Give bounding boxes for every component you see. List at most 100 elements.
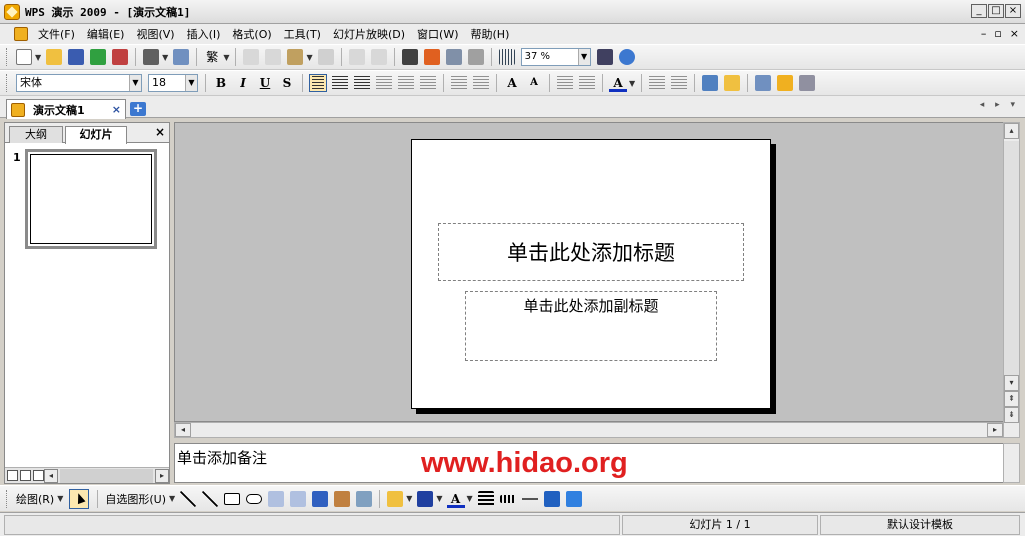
line-spacing-down-icon[interactable]: [671, 76, 688, 90]
pdf-icon[interactable]: [112, 49, 129, 65]
menu-help[interactable]: 帮助(H): [465, 26, 516, 42]
chevron-down-icon[interactable]: ▼: [467, 494, 473, 503]
tab-scroll-arrows[interactable]: ◂ ▸ ▾: [980, 100, 1019, 110]
new-slide-icon[interactable]: [724, 75, 741, 91]
bulleted-list-icon[interactable]: [473, 76, 489, 90]
horizontal-scrollbar[interactable]: ◂ ▸: [174, 422, 1004, 438]
italic-button[interactable]: I: [234, 74, 252, 92]
chevron-down-icon[interactable]: ▼: [35, 53, 41, 62]
title-placeholder[interactable]: 单击此处添加标题: [438, 223, 744, 281]
undo-icon[interactable]: [348, 49, 365, 65]
clipart-icon[interactable]: [467, 49, 484, 65]
line-style-icon[interactable]: [477, 490, 494, 507]
traditional-chinese-icon[interactable]: 繁: [204, 49, 220, 65]
maximize-button[interactable]: □: [988, 4, 1004, 18]
chevron-down-icon[interactable]: ▼: [162, 53, 168, 62]
next-slide-button[interactable]: ⇟: [1004, 407, 1019, 423]
normal-view-icon[interactable]: [7, 470, 18, 481]
formula-icon[interactable]: [401, 49, 418, 65]
chevron-down-icon[interactable]: ▼: [185, 75, 197, 91]
shadow-button[interactable]: S: [278, 74, 296, 92]
dash-style-icon[interactable]: [499, 494, 516, 503]
scrollbar-thumb[interactable]: [1004, 141, 1019, 391]
send-icon[interactable]: [90, 49, 107, 65]
menu-view[interactable]: 视图(V): [130, 26, 180, 42]
scroll-up-button[interactable]: ▴: [1004, 123, 1019, 139]
doc-minimize-button[interactable]: –: [981, 27, 987, 40]
close-icon[interactable]: ×: [112, 103, 121, 116]
cut-icon[interactable]: [265, 49, 282, 65]
chevron-down-icon[interactable]: ▼: [406, 494, 412, 503]
scroll-right-button[interactable]: ▸: [155, 468, 169, 483]
font-name-combo[interactable]: 宋体 ▼: [16, 74, 142, 92]
subtitle-placeholder[interactable]: 单击此处添加副标题: [465, 291, 717, 361]
scroll-left-button[interactable]: ◂: [175, 423, 191, 437]
slide[interactable]: 单击此处添加标题 单击此处添加副标题: [411, 139, 771, 409]
chart-icon[interactable]: [423, 49, 440, 65]
font-color-button[interactable]: A: [609, 74, 627, 92]
prev-slide-button[interactable]: ⇞: [1004, 391, 1019, 407]
fill-color-icon[interactable]: [387, 490, 404, 507]
arrow-style-icon[interactable]: [521, 490, 538, 507]
decrease-font-button[interactable]: A: [525, 74, 543, 92]
design-icon[interactable]: [702, 75, 719, 91]
menu-format[interactable]: 格式(O): [226, 26, 277, 42]
slide-thumbnail[interactable]: [25, 149, 157, 249]
slideshow-view-icon[interactable]: [33, 470, 44, 481]
picture-icon[interactable]: [356, 490, 373, 507]
toolbar-grip[interactable]: [6, 48, 9, 66]
draw-font-color-button[interactable]: A: [446, 490, 465, 508]
ellipse-icon[interactable]: [246, 493, 263, 504]
increase-font-button[interactable]: A: [503, 74, 521, 92]
text-box-icon[interactable]: [268, 490, 285, 507]
toolbar-grip[interactable]: [6, 489, 9, 508]
select-objects-button[interactable]: [69, 488, 90, 509]
print-icon[interactable]: [143, 49, 160, 65]
redo-icon[interactable]: [370, 49, 387, 65]
doc-restore-button[interactable]: ▫: [994, 27, 1001, 40]
pane-scrollbar[interactable]: [60, 468, 153, 483]
chevron-down-icon[interactable]: ▼: [629, 79, 635, 88]
tab-slides[interactable]: 幻灯片: [65, 126, 127, 144]
chevron-down-icon[interactable]: ▼: [436, 494, 442, 503]
minimize-button[interactable]: _: [971, 4, 987, 18]
vertical-text-box-icon[interactable]: [290, 490, 307, 507]
menu-insert[interactable]: 插入(I): [181, 26, 227, 42]
distribute-icon[interactable]: [398, 76, 414, 90]
decrease-indent-icon[interactable]: [557, 76, 573, 90]
tab-outline[interactable]: 大纲: [9, 126, 63, 143]
notes-placeholder[interactable]: 单击添加备注: [177, 447, 267, 468]
line-spacing-up-icon[interactable]: [649, 76, 666, 90]
slide-sorter-icon[interactable]: [20, 470, 31, 481]
chevron-down-icon[interactable]: ▼: [306, 53, 312, 62]
arrow-icon[interactable]: [202, 490, 219, 507]
rectangle-icon[interactable]: [224, 492, 241, 505]
underline-button[interactable]: U: [256, 74, 274, 92]
menu-file[interactable]: 文件(F): [32, 26, 81, 42]
wordart-icon[interactable]: [312, 490, 329, 507]
grid-icon[interactable]: [498, 49, 515, 65]
notes-pane[interactable]: 单击添加备注 www.hidao.org: [174, 443, 1004, 483]
chevron-down-icon[interactable]: ▼: [57, 494, 63, 503]
doc-close-button[interactable]: ×: [1010, 27, 1019, 40]
bold-button[interactable]: B: [212, 74, 230, 92]
shadow-style-icon[interactable]: [543, 490, 560, 507]
autoshape-menu-button[interactable]: 自选图形(U): [105, 491, 166, 507]
print-preview-icon[interactable]: [173, 49, 190, 65]
chevron-down-icon[interactable]: ▼: [577, 49, 590, 65]
tab-document[interactable]: 演示文稿1 ×: [6, 99, 126, 119]
format-painter-icon[interactable]: [317, 49, 334, 65]
new-icon[interactable]: [16, 49, 32, 65]
align-right-icon[interactable]: [354, 76, 370, 90]
3d-style-icon[interactable]: [565, 490, 582, 507]
chevron-down-icon[interactable]: ▼: [223, 53, 229, 62]
chevron-down-icon[interactable]: ▼: [129, 75, 141, 91]
vertical-text-icon[interactable]: [420, 76, 436, 90]
help-icon[interactable]: [618, 49, 635, 65]
chevron-down-icon[interactable]: ▼: [169, 494, 175, 503]
font-size-combo[interactable]: 18 ▼: [148, 74, 198, 92]
menu-window[interactable]: 窗口(W): [411, 26, 464, 42]
toolbar-grip[interactable]: [6, 74, 9, 92]
save-icon[interactable]: [68, 49, 85, 65]
menu-tools[interactable]: 工具(T): [278, 26, 327, 42]
